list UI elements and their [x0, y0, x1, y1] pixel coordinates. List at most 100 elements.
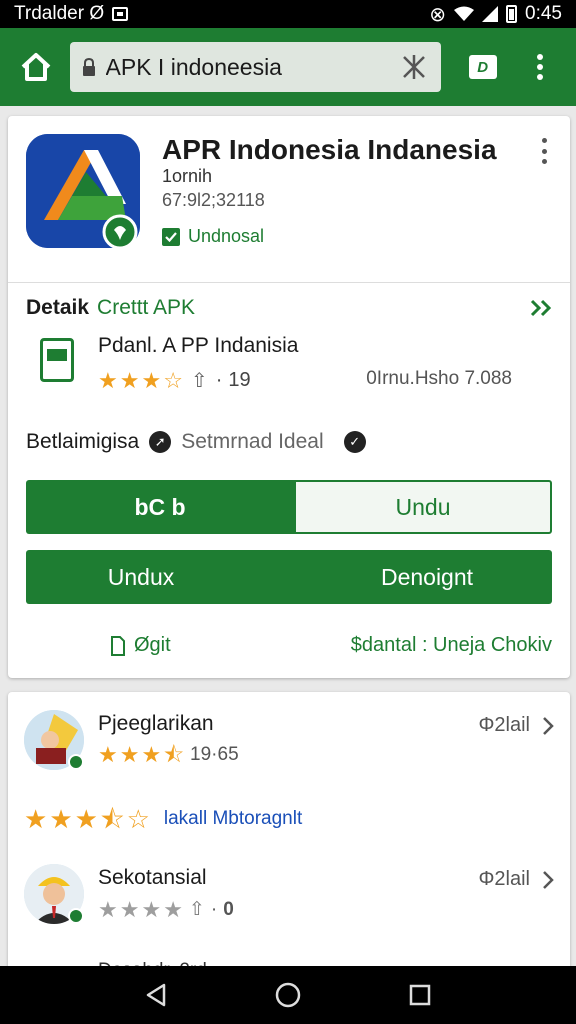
detail-value: Crettt APK — [97, 296, 196, 319]
reviewer-name: Sekotansial — [98, 866, 207, 889]
signal-icon — [482, 6, 499, 22]
download-button-right-label: Denoignt — [380, 563, 474, 590]
star-icon: ★ — [119, 367, 140, 393]
review-rating: ★ ★ ★ ★ ⇧ · 0 — [98, 898, 234, 921]
browser-toolbar: APK I indoneesia D — [0, 28, 576, 106]
app-subtitle: 1ornih — [162, 166, 213, 186]
status-time: 0:45 — [525, 3, 562, 24]
recents-icon — [409, 984, 431, 1006]
check-icon — [162, 227, 180, 246]
app-id: 67:9l2;32118 — [162, 190, 265, 210]
download-button[interactable]: Undux Denoignt — [26, 550, 552, 604]
more-vert-icon — [537, 54, 544, 80]
star-icon: ★ — [119, 742, 140, 767]
file-rating: ★ ★ ★ ☆ ⇧ · 19 — [98, 368, 251, 393]
star-empty-icon: ☆ — [163, 367, 183, 393]
double-chevron-right-icon[interactable] — [530, 299, 552, 317]
star-empty-icon: ☆ — [126, 804, 150, 834]
divider — [8, 282, 570, 283]
download-info-label: Betlaimigisa — [26, 430, 140, 453]
star-icon: ★ — [141, 896, 162, 922]
wifi-icon — [454, 6, 475, 21]
screenshot-icon — [112, 7, 129, 21]
review-item[interactable]: Pjeeglarikan ★ ★ ★ ⯪ 19·65 Φ2lail — [24, 710, 554, 774]
star-half-icon: ⯪ — [163, 742, 185, 767]
app-logo-icon — [26, 134, 140, 250]
arrow-icon: ➚ — [149, 431, 172, 453]
star-icon: ★ — [98, 896, 118, 922]
home-circle-icon — [275, 982, 301, 1008]
status-left-text: Trdalder Ø — [14, 3, 105, 24]
review-rating: ★ ★ ★ ⯪ 19·65 — [98, 744, 239, 766]
share-icon: ⇧ — [190, 370, 208, 392]
share-icon: ⇧ — [188, 899, 205, 920]
app-title: APR Indonesia Indanesia — [162, 134, 497, 165]
file-row[interactable]: Pdanl. A PP Indanisia ★ ★ ★ ☆ ⇧ · 19 0Ir… — [26, 334, 552, 398]
tabs-button[interactable]: D — [459, 43, 507, 91]
home-icon — [21, 53, 51, 81]
online-badge — [68, 754, 84, 770]
app-icon[interactable] — [26, 134, 140, 250]
system-nav-bar — [0, 966, 576, 1024]
star-icon: ★ — [98, 367, 118, 393]
file-rating-count: 19 — [228, 369, 251, 391]
online-badge — [68, 908, 84, 924]
chevron-right-icon[interactable] — [542, 716, 554, 736]
status-bar: Trdalder Ø ⊗ 0:45 — [0, 0, 576, 28]
app-more-button[interactable] — [534, 138, 554, 164]
star-icon: ★ — [24, 804, 48, 834]
review-meta: Φ2lail — [478, 714, 554, 737]
star-icon: ★ — [163, 896, 183, 922]
star-half-icon: ★ — [141, 367, 162, 393]
back-button[interactable] — [136, 975, 176, 1015]
app-card: APR Indonesia Indanesia 1ornih 67:9l2;32… — [8, 116, 570, 678]
url-bar[interactable]: APK I indoneesia — [69, 42, 441, 92]
review-meta-text: Φ2lail — [478, 868, 530, 890]
star-half-icon: ⯪ — [99, 804, 125, 834]
battery-icon — [506, 5, 518, 23]
star-icon: ★ — [74, 804, 98, 834]
download-button-left-label: Undux — [107, 563, 175, 590]
chevron-right-icon[interactable] — [542, 870, 554, 890]
download-info-row: Betlaimigisa ➚ Setmrnad Ideal ✓ — [26, 430, 552, 454]
check-circle-icon[interactable]: ✓ — [343, 431, 366, 453]
detail-row[interactable]: Detaik Crettt APK — [26, 296, 552, 320]
reviews-card: Pjeeglarikan ★ ★ ★ ⯪ 19·65 Φ2lail ★ ★ ★ … — [8, 692, 570, 982]
file-icon — [40, 338, 74, 382]
star-icon: ★ — [119, 896, 140, 922]
hotspot-icon: ⊗ — [429, 3, 447, 26]
bullet: · — [215, 369, 223, 391]
review-item[interactable]: Sekotansial ★ ★ ★ ★ ⇧ · 0 Φ2lail — [24, 864, 554, 928]
footer-left-link[interactable]: Øgit — [110, 634, 171, 657]
verified-label: Undnosal — [188, 226, 265, 246]
download-info-value: Setmrnad Ideal — [181, 430, 324, 453]
download-button-group: bC b Undu — [26, 480, 552, 534]
close-icon[interactable] — [401, 54, 427, 80]
reviewer-name: Pjeeglarikan — [98, 712, 214, 735]
review-meta-text: Φ2lail — [478, 714, 530, 736]
back-icon — [146, 983, 166, 1007]
file-size: 0Irnu.Hsho 7.088 — [366, 368, 512, 389]
footer-left-label: Øgit — [134, 634, 171, 656]
footer-right-link[interactable]: $dantal : Uneja Chokiv — [351, 634, 552, 657]
recents-button[interactable] — [400, 975, 440, 1015]
lock-icon — [82, 57, 95, 76]
home-nav-button[interactable] — [268, 975, 308, 1015]
card-footer: Øgit $dantal : Uneja Chokiv — [26, 634, 552, 657]
review-rating-text: 0 — [223, 898, 234, 920]
browser-menu-button[interactable] — [516, 43, 564, 91]
overall-rating-label[interactable]: lakall Mbtoragnlt — [164, 808, 302, 830]
star-icon: ★ — [98, 742, 118, 767]
detail-label: Detaik — [26, 296, 90, 319]
document-icon — [111, 635, 125, 656]
star-icon: ★ — [141, 742, 162, 767]
url-text: APK I indoneesia — [105, 53, 282, 80]
review-meta: Φ2lail — [478, 868, 554, 891]
star-icon: ★ — [49, 804, 73, 834]
review-rating-text: 19·65 — [190, 744, 239, 765]
primary-left-button[interactable]: bC b — [26, 480, 294, 534]
primary-right-button[interactable]: Undu — [294, 480, 552, 534]
overall-rating: ★ ★ ★ ⯪ ☆ lakall Mbtoragnlt — [24, 806, 302, 832]
home-button[interactable] — [12, 43, 60, 91]
file-name: Pdanl. A PP Indanisia — [98, 334, 299, 357]
